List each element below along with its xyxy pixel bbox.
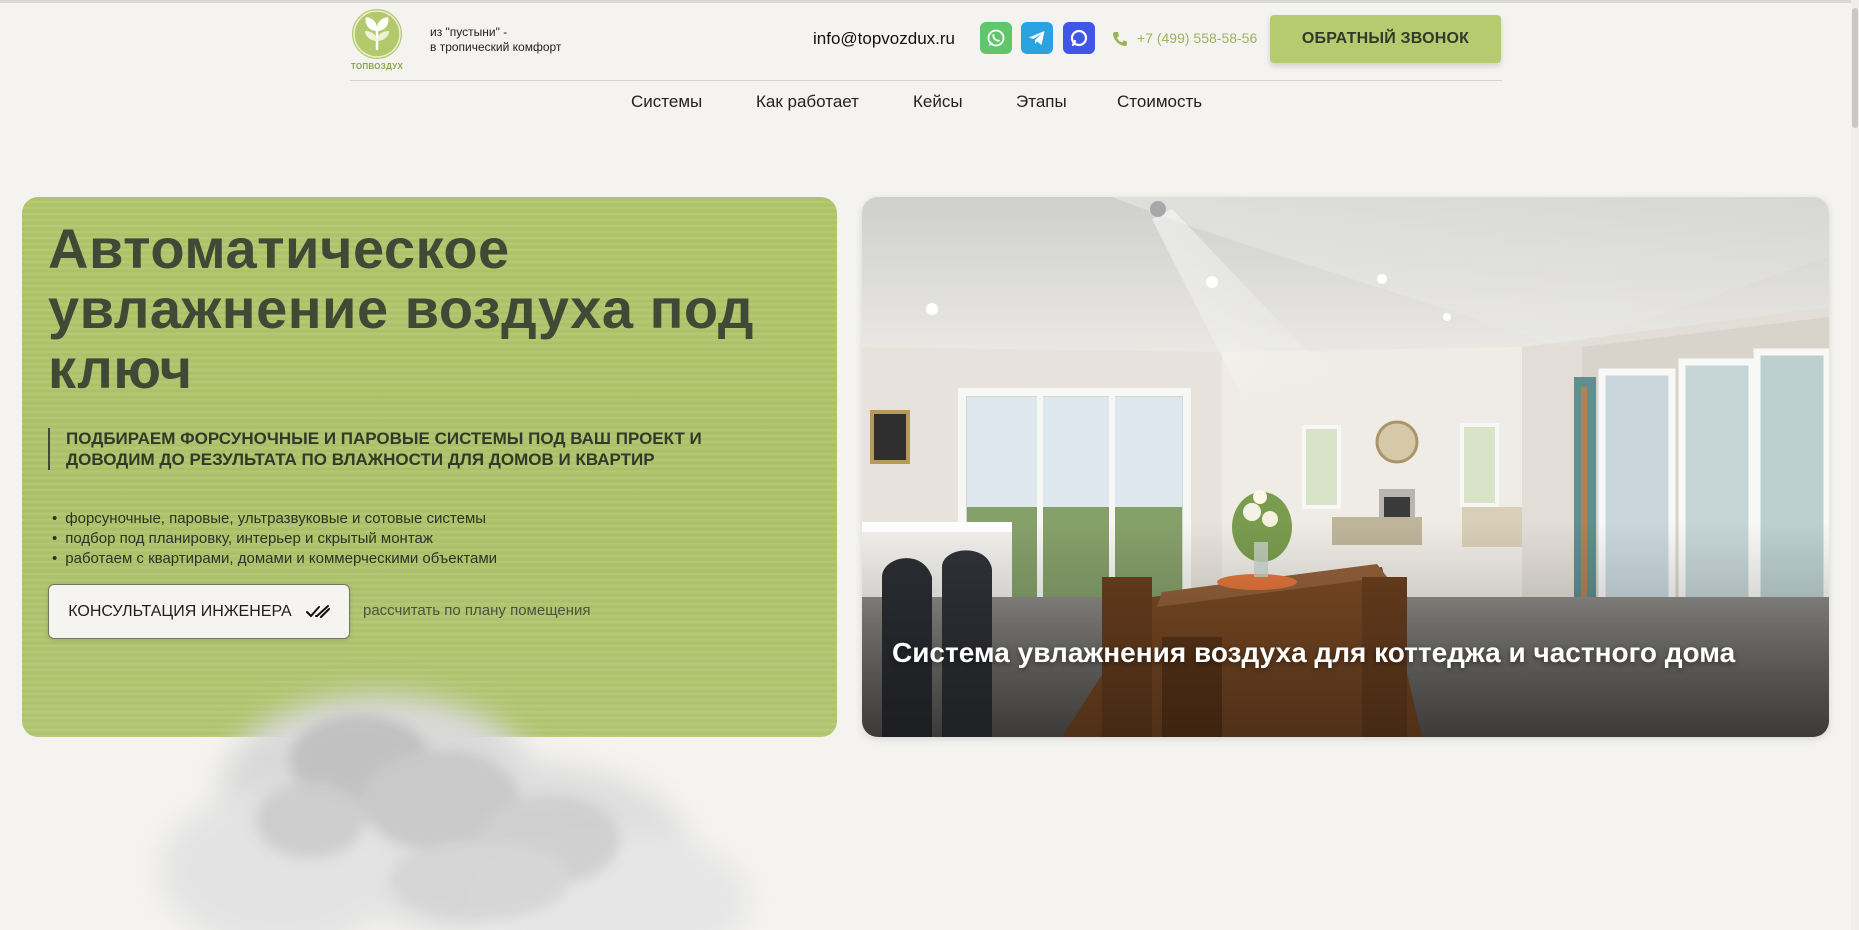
- page-scrollbar[interactable]: [1851, 0, 1859, 930]
- hero-bullets: форсуночные, паровые, ультразвуковые и с…: [52, 509, 497, 569]
- calculate-by-plan-link[interactable]: рассчитать по плану помещения: [363, 602, 591, 619]
- double-check-icon: [305, 604, 330, 618]
- nav-item-cases[interactable]: Кейсы: [913, 92, 963, 112]
- main-nav: Системы Как работает Кейсы Этапы Стоимос…: [0, 92, 1859, 116]
- logo[interactable]: ТОПВОЗДУХ: [350, 9, 404, 73]
- whatsapp-button[interactable]: [980, 22, 1012, 54]
- nav-item-stages[interactable]: Этапы: [1016, 92, 1067, 112]
- max-messenger-icon: [1070, 29, 1088, 47]
- telegram-icon: [1029, 31, 1045, 45]
- list-item: подбор под планировку, интерьер и скрыты…: [52, 529, 497, 549]
- logo-text: ТОПВОЗДУХ: [350, 62, 404, 71]
- max-messenger-button[interactable]: [1063, 22, 1095, 54]
- callback-button[interactable]: ОБРАТНЫЙ ЗВОНОК: [1270, 15, 1501, 63]
- feature-card[interactable]: Система увлажнения воздуха для коттеджа …: [862, 197, 1829, 737]
- scrollbar-thumb[interactable]: [1852, 8, 1858, 128]
- whatsapp-icon: [987, 29, 1005, 47]
- tagline: из "пустыни" - в тропический комфорт: [430, 25, 561, 55]
- tagline-line2: в тропический комфорт: [430, 40, 562, 54]
- phone-link[interactable]: +7 (499) 558-58-56: [1137, 30, 1257, 46]
- feature-caption: Система увлажнения воздуха для коттеджа …: [892, 637, 1736, 668]
- nav-item-pricing[interactable]: Стоимость: [1117, 92, 1202, 112]
- hero-title: Автоматическое увлажнение воздуха под кл…: [48, 217, 754, 400]
- consult-engineer-button[interactable]: КОНСУЛЬТАЦИЯ ИНЖЕНЕРА: [48, 584, 350, 639]
- tagline-line1: из "пустыни" -: [430, 25, 508, 39]
- nav-item-systems[interactable]: Системы: [631, 92, 702, 112]
- list-item: форсуночные, паровые, ультразвуковые и с…: [52, 509, 497, 529]
- site-header: ТОПВОЗДУХ из "пустыни" - в тропический к…: [350, 3, 1502, 81]
- email-link[interactable]: info@topvozdux.ru: [813, 29, 955, 49]
- telegram-button[interactable]: [1021, 22, 1053, 54]
- logo-leaf-icon: [352, 9, 402, 59]
- list-item: работаем с квартирами, домами и коммерче…: [52, 549, 497, 569]
- nav-item-how-it-works[interactable]: Как работает: [756, 92, 859, 112]
- consult-button-label: КОНСУЛЬТАЦИЯ ИНЖЕНЕРА: [68, 602, 292, 620]
- phone-icon: [1113, 32, 1127, 46]
- steam-cloud-image: [160, 695, 750, 930]
- hero-subtitle: ПОДБИРАЕМ ФОРСУНОЧНЫЕ И ПАРОВЫЕ СИСТЕМЫ …: [48, 428, 748, 470]
